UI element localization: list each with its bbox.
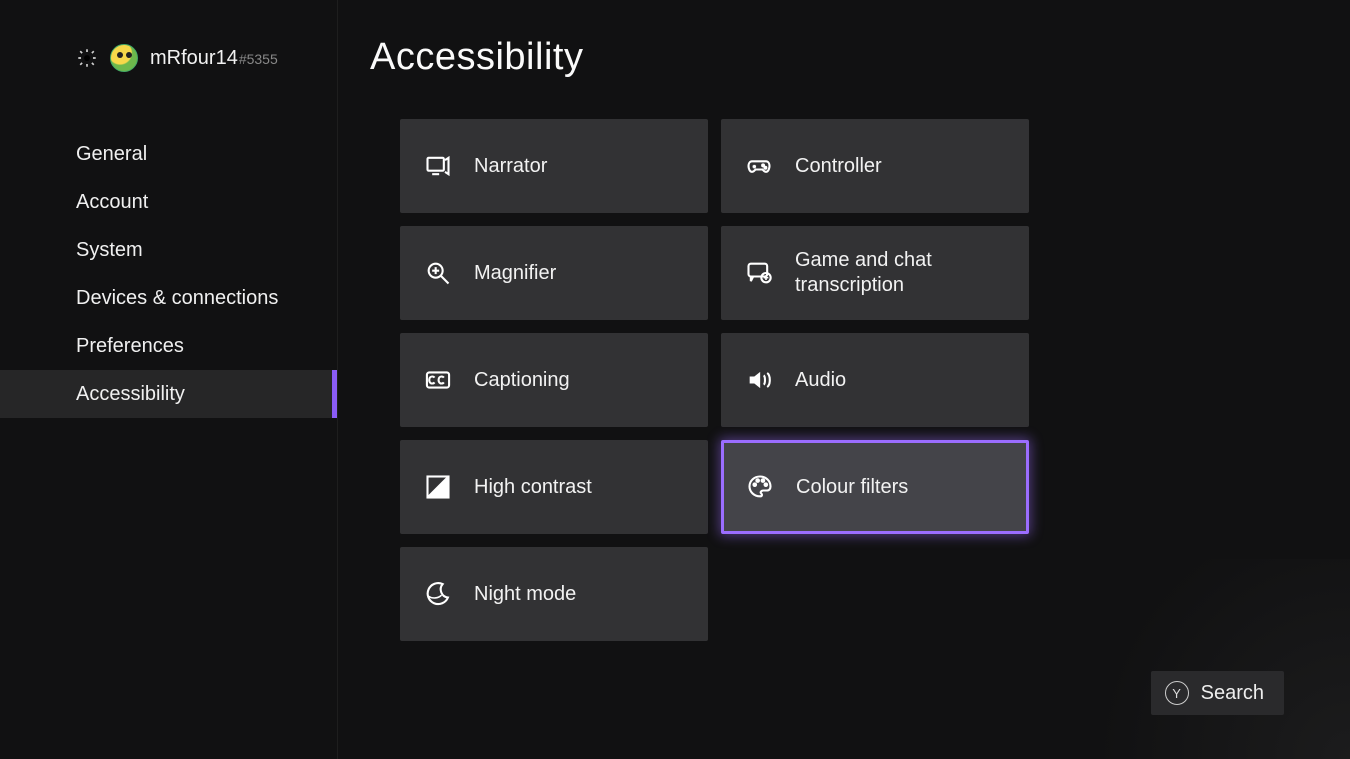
tile-label: Controller xyxy=(795,154,882,179)
tile-controller[interactable]: Controller xyxy=(721,119,1029,213)
sidebar-item-account[interactable]: Account xyxy=(0,178,337,226)
page-title: Accessibility xyxy=(370,36,1310,79)
gear-icon xyxy=(76,47,98,69)
tile-label: Colour filters xyxy=(796,475,908,500)
y-button-icon: Y xyxy=(1165,681,1189,705)
palette-icon xyxy=(746,473,774,501)
tile-narrator[interactable]: Narrator xyxy=(400,119,708,213)
sidebar-item-label: General xyxy=(76,143,147,166)
profile-header: mRfour14#5355 xyxy=(0,44,337,72)
sidebar-item-accessibility[interactable]: Accessibility xyxy=(0,370,337,418)
tile-audio[interactable]: Audio xyxy=(721,333,1029,427)
audio-icon xyxy=(745,366,773,394)
sidebar-item-label: System xyxy=(76,239,143,262)
settings-sidebar: mRfour14#5355 General Account System Dev… xyxy=(0,0,338,759)
search-label: Search xyxy=(1201,682,1264,705)
sidebar-item-general[interactable]: General xyxy=(0,130,337,178)
tile-night-mode[interactable]: Night mode xyxy=(400,547,708,641)
tile-captioning[interactable]: Captioning xyxy=(400,333,708,427)
sidebar-item-system[interactable]: System xyxy=(0,226,337,274)
username-text: mRfour14 xyxy=(150,47,238,69)
tile-label: High contrast xyxy=(474,475,592,500)
tile-label: Narrator xyxy=(474,154,547,179)
sidebar-item-label: Preferences xyxy=(76,335,184,358)
sidebar-item-devices[interactable]: Devices & connections xyxy=(0,274,337,322)
contrast-icon xyxy=(424,473,452,501)
tile-high-contrast[interactable]: High contrast xyxy=(400,440,708,534)
tile-label: Audio xyxy=(795,368,846,393)
user-tag: #5355 xyxy=(239,51,278,67)
search-button[interactable]: Y Search xyxy=(1151,671,1284,715)
magnifier-icon xyxy=(424,259,452,287)
moon-icon xyxy=(424,580,452,608)
tile-label: Night mode xyxy=(474,582,576,607)
sidebar-item-label: Devices & connections xyxy=(76,287,278,310)
tile-label: Game and chat transcription xyxy=(795,248,1005,298)
sidebar-item-label: Account xyxy=(76,191,148,214)
main-content: Accessibility Narrator Controller Magnif… xyxy=(370,36,1310,641)
sidebar-item-preferences[interactable]: Preferences xyxy=(0,322,337,370)
username: mRfour14#5355 xyxy=(150,47,278,70)
sidebar-nav: General Account System Devices & connect… xyxy=(0,130,337,418)
tile-label: Captioning xyxy=(474,368,570,393)
narrator-icon xyxy=(424,152,452,180)
tile-magnifier[interactable]: Magnifier xyxy=(400,226,708,320)
tiles-grid: Narrator Controller Magnifier Game and c… xyxy=(400,119,1310,641)
tile-label: Magnifier xyxy=(474,261,556,286)
cc-icon xyxy=(424,366,452,394)
controller-icon xyxy=(745,152,773,180)
chat-icon xyxy=(745,259,773,287)
tile-colour-filters[interactable]: Colour filters xyxy=(721,440,1029,534)
sidebar-item-label: Accessibility xyxy=(76,383,185,406)
avatar xyxy=(110,44,138,72)
tile-game-chat-transcription[interactable]: Game and chat transcription xyxy=(721,226,1029,320)
